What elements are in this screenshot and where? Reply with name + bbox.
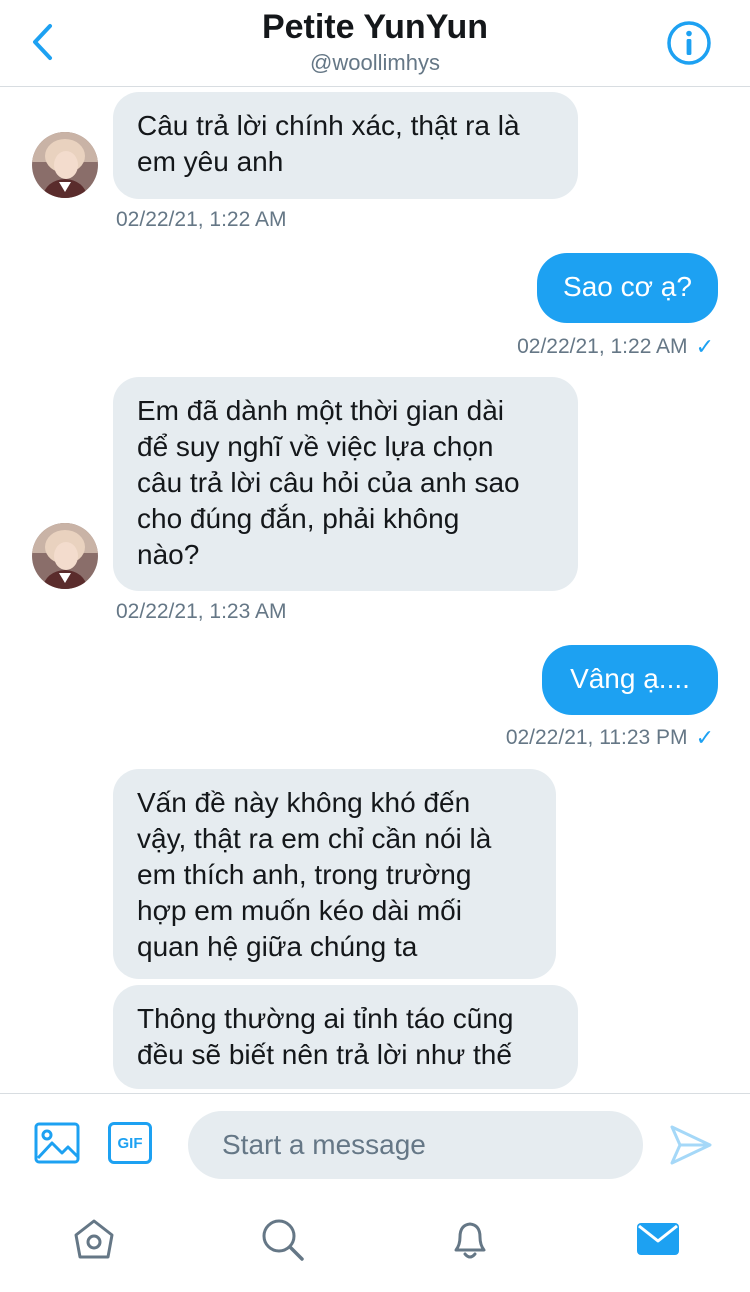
home-icon: [74, 1219, 114, 1259]
message-bubble-incoming[interactable]: Câu trả lời chính xác, thật ra là em yêu…: [113, 92, 578, 199]
sent-check-icon: ✓: [695, 334, 714, 359]
message-line: hợp em muốn kéo dài mối: [137, 895, 462, 926]
contact-avatar[interactable]: [32, 132, 98, 198]
conversation-header: Petite YunYun @woollimhys: [0, 0, 750, 87]
message-timestamp: 02/22/21, 1:22 AM: [116, 208, 287, 231]
contact-avatar[interactable]: [32, 523, 98, 589]
message-composer: GIF: [0, 1093, 750, 1198]
sent-check-icon: ✓: [695, 725, 714, 750]
notifications-icon: [454, 1222, 486, 1259]
message-status: 02/22/21, 1:22 AM ✓: [517, 334, 714, 360]
info-button[interactable]: [664, 18, 714, 68]
conversation-handle: @woollimhys: [310, 50, 440, 75]
gif-label: GIF: [117, 1134, 143, 1152]
tab-home[interactable]: [70, 1215, 118, 1263]
message-line: em yêu anh: [137, 146, 284, 177]
image-icon: [34, 1122, 80, 1164]
avatar-image: [32, 132, 98, 198]
message-line: quan hệ giữa chúng ta: [137, 931, 418, 962]
message-status: 02/22/21, 11:23 PM ✓: [506, 725, 714, 751]
add-photo-button[interactable]: [34, 1120, 80, 1171]
info-icon: [667, 21, 711, 65]
message-line: Thông thường ai tỉnh táo cũng: [137, 1003, 514, 1034]
message-line: câu trả lời câu hỏi của anh sao: [137, 467, 520, 498]
message-text: Sao cơ ạ?: [563, 271, 692, 302]
message-thread[interactable]: Câu trả lời chính xác, thật ra là em yêu…: [0, 87, 750, 1093]
avatar-image: [32, 523, 98, 589]
message-bubble-outgoing[interactable]: Vâng ạ....: [542, 645, 718, 715]
message-line: Em đã dành một thời gian dài: [137, 395, 505, 426]
message-timestamp: 02/22/21, 1:23 AM: [116, 600, 287, 623]
send-button[interactable]: [668, 1122, 714, 1173]
message-input[interactable]: [188, 1111, 643, 1179]
tab-bar: [0, 1197, 750, 1292]
tab-messages[interactable]: [634, 1215, 682, 1263]
message-text: Vâng ạ....: [570, 663, 690, 694]
message-timestamp: 02/22/21, 11:23 PM: [505, 726, 688, 749]
message-line: nào?: [137, 539, 200, 570]
conversation-title: Petite YunYun: [261, 8, 489, 46]
message-line: Câu trả lời chính xác, thật ra là: [137, 110, 520, 141]
message-line: vậy, thật ra em chỉ cần nói là: [137, 823, 492, 854]
message-line: cho đúng đắn, phải không: [137, 503, 460, 534]
message-line: để suy nghĩ về việc lựa chọn: [137, 431, 494, 462]
message-line: em thích anh, trong trường: [137, 859, 472, 890]
messages-icon: [637, 1223, 679, 1255]
tab-search[interactable]: [258, 1215, 306, 1263]
message-line: đều sẽ biết nên trả lời như thế: [137, 1039, 512, 1070]
search-icon: [262, 1219, 304, 1261]
message-bubble-incoming[interactable]: Em đã dành một thời gian dài để suy nghĩ…: [113, 377, 578, 591]
gif-button[interactable]: GIF: [108, 1122, 152, 1164]
message-bubble-incoming[interactable]: Vấn đề này không khó đến vậy, thật ra em…: [113, 769, 556, 979]
message-line: Vấn đề này không khó đến: [137, 787, 471, 818]
send-icon: [670, 1125, 712, 1165]
tab-notifications[interactable]: [446, 1215, 494, 1263]
message-timestamp: 02/22/21, 1:22 AM: [517, 335, 688, 358]
message-bubble-outgoing[interactable]: Sao cơ ạ?: [537, 253, 718, 323]
message-bubble-incoming[interactable]: Thông thường ai tỉnh táo cũng đều sẽ biế…: [113, 985, 578, 1089]
